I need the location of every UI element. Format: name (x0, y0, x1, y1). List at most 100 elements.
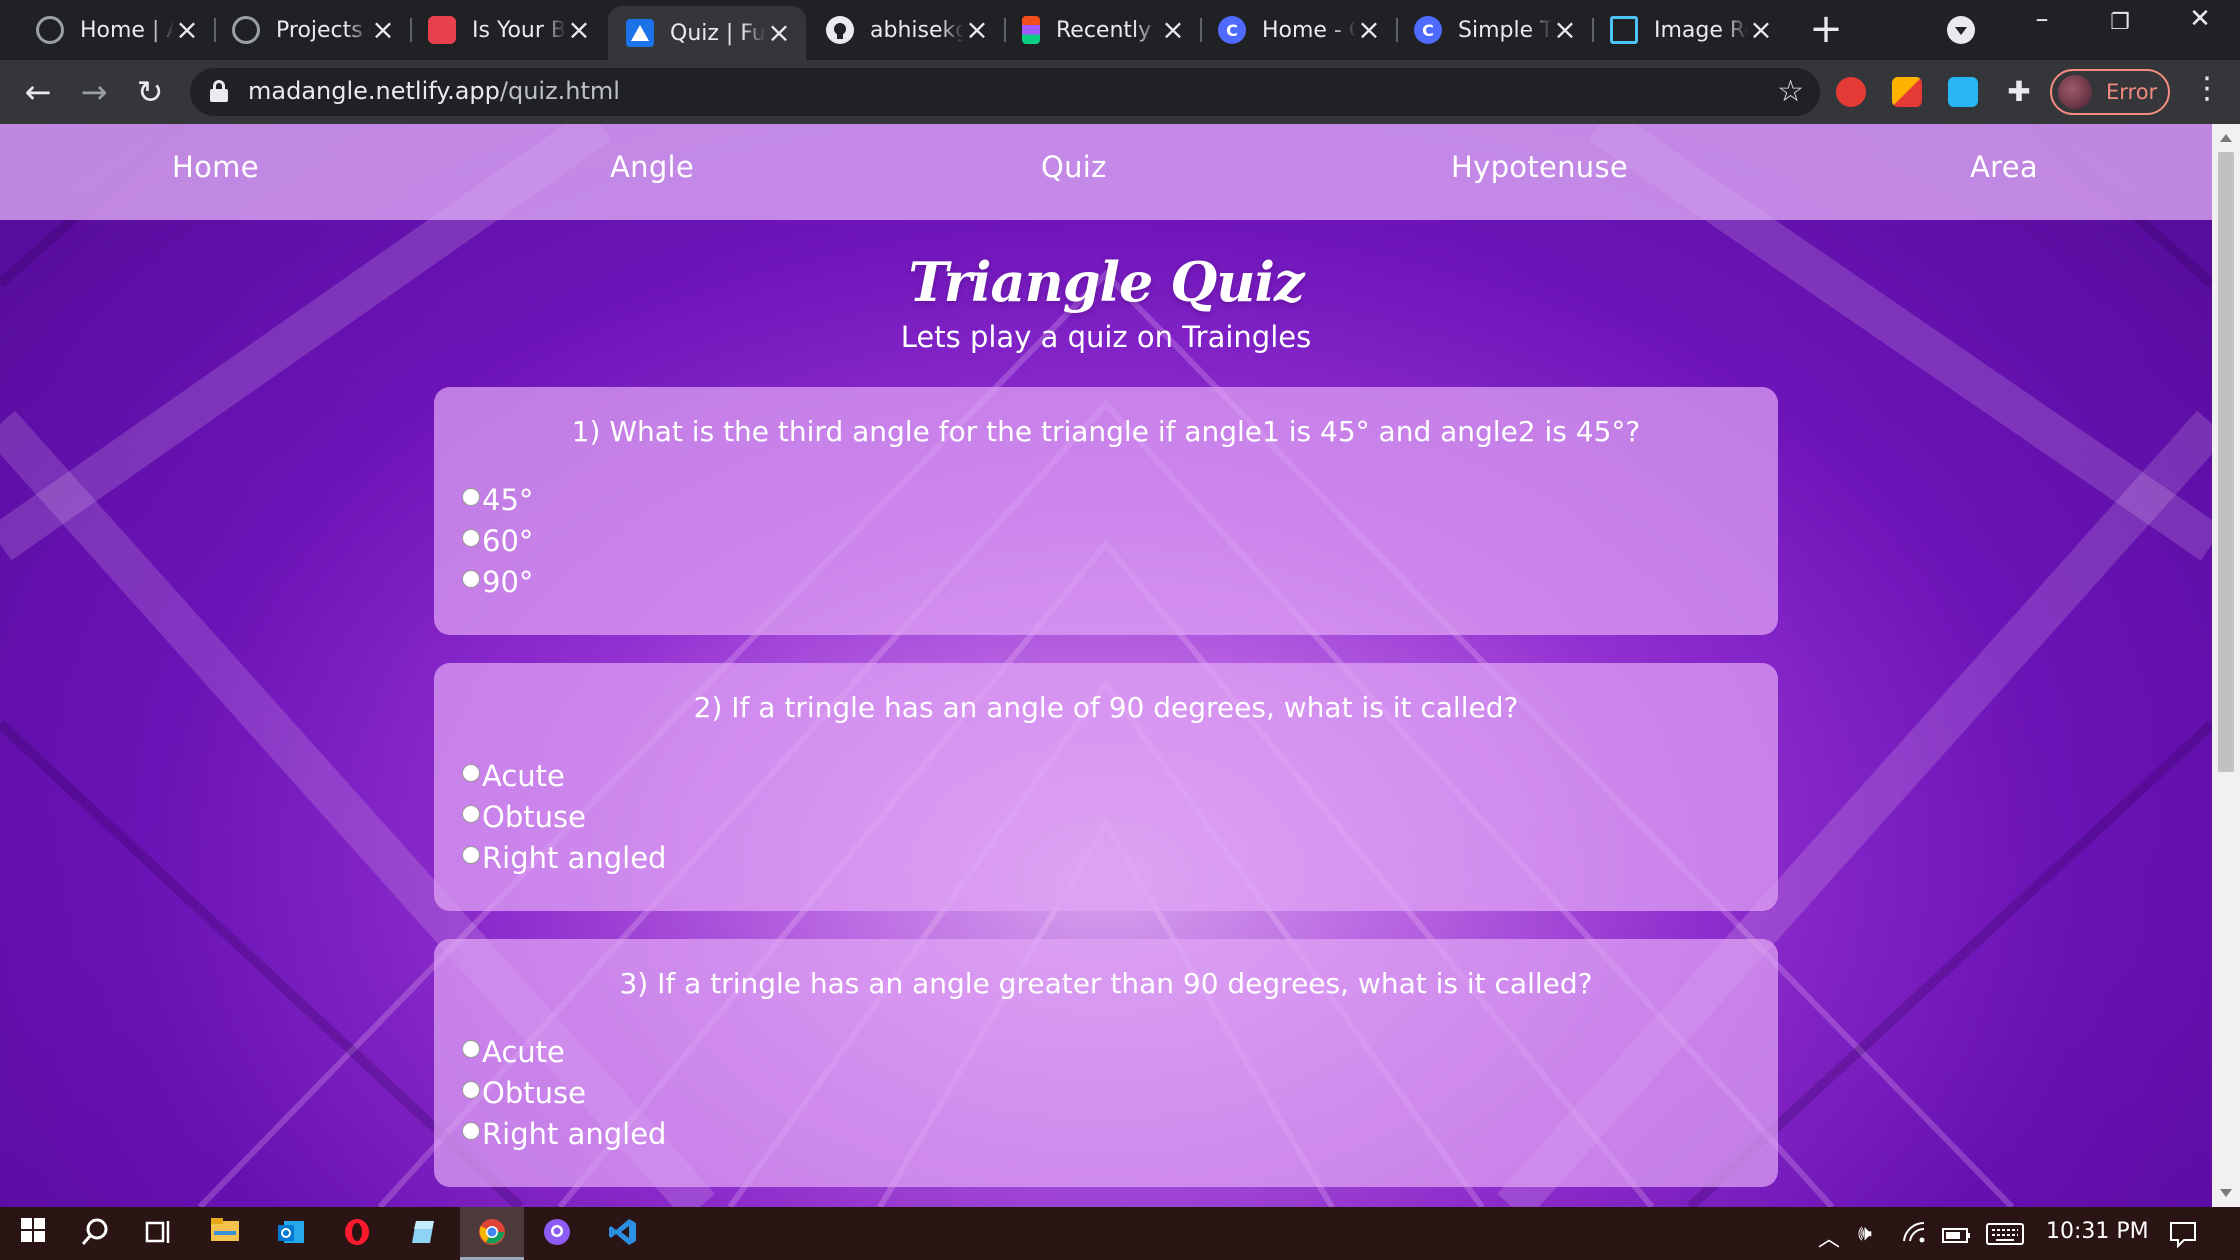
vscode-icon[interactable] (606, 1217, 640, 1251)
option-q3-c[interactable]: Right angled (462, 1117, 666, 1151)
minimize-icon[interactable]: – (2022, 4, 2062, 34)
option-q1-b[interactable]: 60° (462, 524, 533, 558)
scroll-thumb[interactable] (2218, 152, 2234, 772)
tray-chevron-up-icon[interactable]: ︿ (1818, 1221, 1840, 1253)
reload-icon[interactable]: ↻ (132, 74, 168, 110)
tab-birthday[interactable]: Is Your Bi × (410, 6, 606, 54)
bookmark-star-icon[interactable]: ☆ (1777, 74, 1804, 109)
tab-title: Quiz | Fu (670, 20, 766, 46)
nav-link-quiz[interactable]: Quiz (1041, 150, 1107, 184)
question-card-3: 3) If a tringle has an angle greater tha… (434, 939, 1778, 1187)
tab-title: abhisekg (870, 17, 964, 43)
radio-button[interactable] (462, 570, 480, 588)
cake-icon (428, 16, 456, 44)
scroll-up-icon[interactable] (2220, 134, 2232, 142)
image-resize-icon (1610, 16, 1638, 44)
option-q1-a[interactable]: 45° (462, 483, 533, 517)
wifi-icon[interactable] (1902, 1221, 1928, 1249)
option-q1-c[interactable]: 90° (462, 565, 533, 599)
close-icon[interactable]: × (1356, 16, 1382, 44)
tab-search-icon[interactable] (1947, 16, 1975, 44)
task-view-icon[interactable] (142, 1217, 176, 1251)
notification-center-icon[interactable] (2168, 1219, 2198, 1255)
close-icon[interactable]: × (566, 16, 592, 44)
radio-button[interactable] (462, 1040, 480, 1058)
back-arrow-icon[interactable]: ← (20, 74, 56, 110)
tab-simple[interactable]: C Simple Te × (1396, 6, 1592, 54)
tab-home-c[interactable]: C Home - C × (1200, 6, 1396, 54)
tab-title: Home | A (80, 17, 174, 43)
radio-button[interactable] (462, 1081, 480, 1099)
c-logo-icon: C (1414, 16, 1442, 44)
tab-title: Recently (1056, 17, 1152, 43)
nav-link-angle[interactable]: Angle (610, 150, 694, 184)
option-q2-a[interactable]: Acute (462, 759, 565, 793)
close-icon[interactable]: × (174, 16, 200, 44)
windows-taskbar: ︿ 🕪 10:31 PM (0, 1207, 2240, 1260)
forward-arrow-icon[interactable]: → (76, 74, 112, 110)
scroll-down-icon[interactable] (2220, 1189, 2232, 1197)
web-page: Home Angle Quiz Hypotenuse Area Triangle… (0, 124, 2212, 1207)
option-q2-c[interactable]: Right angled (462, 841, 666, 875)
question-text: 3) If a tringle has an angle greater tha… (619, 967, 1593, 1000)
profile-status: Error (2106, 80, 2158, 104)
profile-error-button[interactable]: Error (2050, 69, 2170, 115)
option-q3-a[interactable]: Acute (462, 1035, 565, 1069)
tab-home[interactable]: Home | A × (18, 6, 214, 54)
tab-quiz[interactable]: Quiz | Fu × (608, 6, 806, 60)
globe-icon (232, 16, 260, 44)
new-tab-button[interactable]: + (1806, 9, 1846, 50)
menu-dots-icon[interactable]: ⋮ (2192, 74, 2222, 104)
github-desktop-icon[interactable] (540, 1217, 574, 1251)
radio-button[interactable] (462, 488, 480, 506)
question-text: 1) What is the third angle for the trian… (571, 415, 1641, 448)
opera-icon[interactable] (340, 1217, 374, 1251)
volume-icon[interactable]: 🕪 (1858, 1221, 1872, 1246)
nav-link-area[interactable]: Area (1970, 150, 2038, 184)
globe-icon (36, 16, 64, 44)
taskbar-clock[interactable]: 10:31 PM (2046, 1219, 2149, 1244)
github-icon (826, 16, 854, 44)
page-scrollbar[interactable] (2212, 124, 2240, 1207)
outlook-icon[interactable] (274, 1217, 308, 1251)
radio-button[interactable] (462, 805, 480, 823)
url-text: madangle.netlify.app/quiz.html (248, 77, 620, 105)
option-q3-b[interactable]: Obtuse (462, 1076, 586, 1110)
close-icon[interactable]: × (370, 16, 396, 44)
windows-start-icon[interactable] (16, 1217, 50, 1251)
address-bar[interactable]: madangle.netlify.app/quiz.html ☆ (190, 68, 1820, 116)
extension-color-icon[interactable] (1892, 77, 1922, 107)
extension-blue-icon[interactable] (1948, 77, 1978, 107)
tab-figma[interactable]: Recently × (1004, 6, 1200, 54)
close-icon[interactable]: × (1748, 16, 1774, 44)
tab-title: Image Re (1654, 17, 1748, 43)
window-close-icon[interactable]: ✕ (2180, 4, 2220, 34)
question-text: 2) If a tringle has an angle of 90 degre… (693, 691, 1519, 724)
keyboard-icon[interactable] (1986, 1223, 2024, 1251)
option-q2-b[interactable]: Obtuse (462, 800, 586, 834)
extensions-puzzle-icon[interactable]: ✚ (2004, 77, 2034, 107)
close-icon[interactable]: × (964, 16, 990, 44)
nav-link-home[interactable]: Home (172, 150, 259, 184)
tab-image-resize[interactable]: Image Re × (1592, 6, 1788, 54)
tab-github[interactable]: abhisekg × (808, 6, 1004, 54)
close-icon[interactable]: × (766, 19, 792, 47)
radio-button[interactable] (462, 846, 480, 864)
chrome-icon[interactable] (475, 1217, 509, 1251)
nav-link-hypotenuse[interactable]: Hypotenuse (1451, 150, 1628, 184)
battery-icon[interactable] (1942, 1225, 1972, 1250)
extension-adblock-icon[interactable] (1836, 77, 1866, 107)
close-icon[interactable]: × (1160, 16, 1186, 44)
restore-icon[interactable]: ❐ (2100, 10, 2140, 35)
radio-button[interactable] (462, 529, 480, 547)
notepad-icon[interactable] (406, 1217, 440, 1251)
close-icon[interactable]: × (1552, 16, 1578, 44)
tab-projects[interactable]: Projects | × (214, 6, 410, 54)
file-explorer-icon[interactable] (208, 1217, 242, 1251)
c-logo-icon: C (1218, 16, 1246, 44)
search-icon[interactable] (78, 1217, 112, 1251)
question-card-2: 2) If a tringle has an angle of 90 degre… (434, 663, 1778, 911)
radio-button[interactable] (462, 1122, 480, 1140)
radio-button[interactable] (462, 764, 480, 782)
site-navbar: Home Angle Quiz Hypotenuse Area (0, 124, 2212, 220)
